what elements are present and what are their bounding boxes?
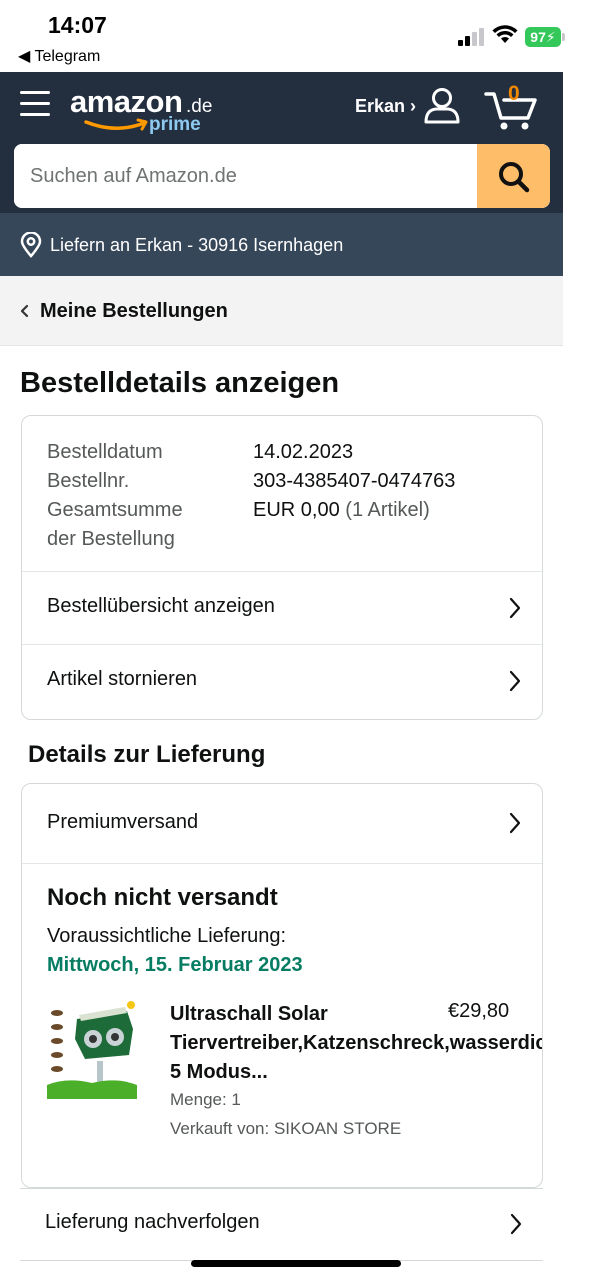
status-bar: 14:07 ◀ Telegram 97⚡: [0, 0, 591, 72]
view-order-summary-link[interactable]: Bestellübersicht anzeigen: [22, 571, 542, 644]
order-date-label: Bestelldatum: [47, 441, 163, 463]
product-title-line-2: Tiervertreiber,Katzenschreck,wasserdicht: [170, 1032, 543, 1054]
search-button[interactable]: [477, 144, 550, 208]
chevron-left-icon: [20, 304, 29, 318]
track-delivery-link[interactable]: Lieferung nachverfolgen: [20, 1188, 543, 1261]
cellular-signal-icon: [458, 28, 486, 46]
cart-button[interactable]: 0: [484, 82, 540, 132]
cancel-items-link[interactable]: Artikel stornieren: [22, 644, 542, 717]
search-bar: [0, 142, 563, 213]
delivery-section-title: Details zur Lieferung: [28, 741, 266, 768]
product-title-line-3: 5 Modus...: [170, 1061, 268, 1083]
order-info-card: Bestelldatum 14.02.2023 Bestellnr. 303-4…: [21, 415, 543, 720]
amazon-header: amazon .de prime Erkan › 0: [0, 72, 563, 142]
order-total-label-2: der Bestellung: [47, 528, 175, 550]
breadcrumb[interactable]: Meine Bestellungen: [0, 276, 563, 346]
delivery-location-text: Liefern an Erkan - 30916 Isernhagen: [50, 235, 344, 255]
order-total-amount: EUR 0,00: [253, 499, 340, 521]
battery-icon: 97⚡: [525, 27, 561, 47]
menu-icon[interactable]: [20, 91, 50, 117]
home-indicator[interactable]: [191, 1260, 401, 1267]
delivery-location-bar[interactable]: Liefern an Erkan - 30916 Isernhagen: [0, 213, 563, 276]
wifi-icon: [492, 25, 518, 43]
order-total-value: EUR 0,00 (1 Artikel): [253, 496, 430, 525]
product-quantity: Menge: 1: [170, 1090, 241, 1109]
smile-arrow-icon: [84, 118, 148, 131]
search-icon: [499, 162, 530, 193]
chevron-right-icon: [509, 597, 521, 619]
battery-tip: [562, 33, 565, 41]
eta-label: Voraussichtliche Lieferung:: [47, 925, 287, 947]
back-to-telegram-link[interactable]: ◀ Telegram: [18, 46, 100, 66]
delivery-card: Premiumversand Noch nicht versandt Vorau…: [21, 783, 543, 1188]
chevron-right-icon: [509, 670, 521, 692]
order-total-label: Gesamtsumme: [47, 499, 183, 521]
shipping-status: Noch nicht versandt: [47, 884, 278, 911]
order-number-value: 303-4385407-0474763: [253, 470, 456, 492]
product-image[interactable]: [47, 999, 137, 1099]
track-delivery-label: Lieferung nachverfolgen: [45, 1211, 260, 1233]
product-seller: Verkauft von: SIKOAN STORE: [170, 1119, 402, 1138]
search-box: [14, 144, 550, 208]
breadcrumb-label: Meine Bestellungen: [40, 300, 228, 322]
amazon-logo[interactable]: amazon .de prime: [70, 80, 220, 138]
eta-date: Mittwoch, 15. Februar 2023: [47, 954, 303, 976]
order-item-count: (1 Artikel): [345, 499, 430, 521]
user-icon[interactable]: [423, 86, 461, 124]
search-input[interactable]: [14, 144, 476, 208]
account-link[interactable]: Erkan ›: [355, 96, 416, 117]
chevron-right-icon: [510, 1213, 522, 1235]
product-price: €29,80: [448, 1000, 510, 1022]
chevron-right-icon: [509, 812, 521, 834]
shipping-method-link[interactable]: Premiumversand: [22, 784, 542, 864]
logo-prime: prime: [149, 114, 201, 135]
location-pin-icon: [20, 232, 42, 258]
page-title: Bestelldetails anzeigen: [20, 367, 340, 399]
cancel-items-label: Artikel stornieren: [47, 668, 198, 690]
order-number-label: Bestellnr.: [47, 470, 130, 492]
order-date-value: 14.02.2023: [253, 441, 354, 463]
cart-count-badge: 0: [508, 82, 520, 105]
status-time: 14:07: [48, 12, 107, 38]
view-order-summary-label: Bestellübersicht anzeigen: [47, 595, 275, 617]
shipping-method-label: Premiumversand: [47, 811, 199, 833]
